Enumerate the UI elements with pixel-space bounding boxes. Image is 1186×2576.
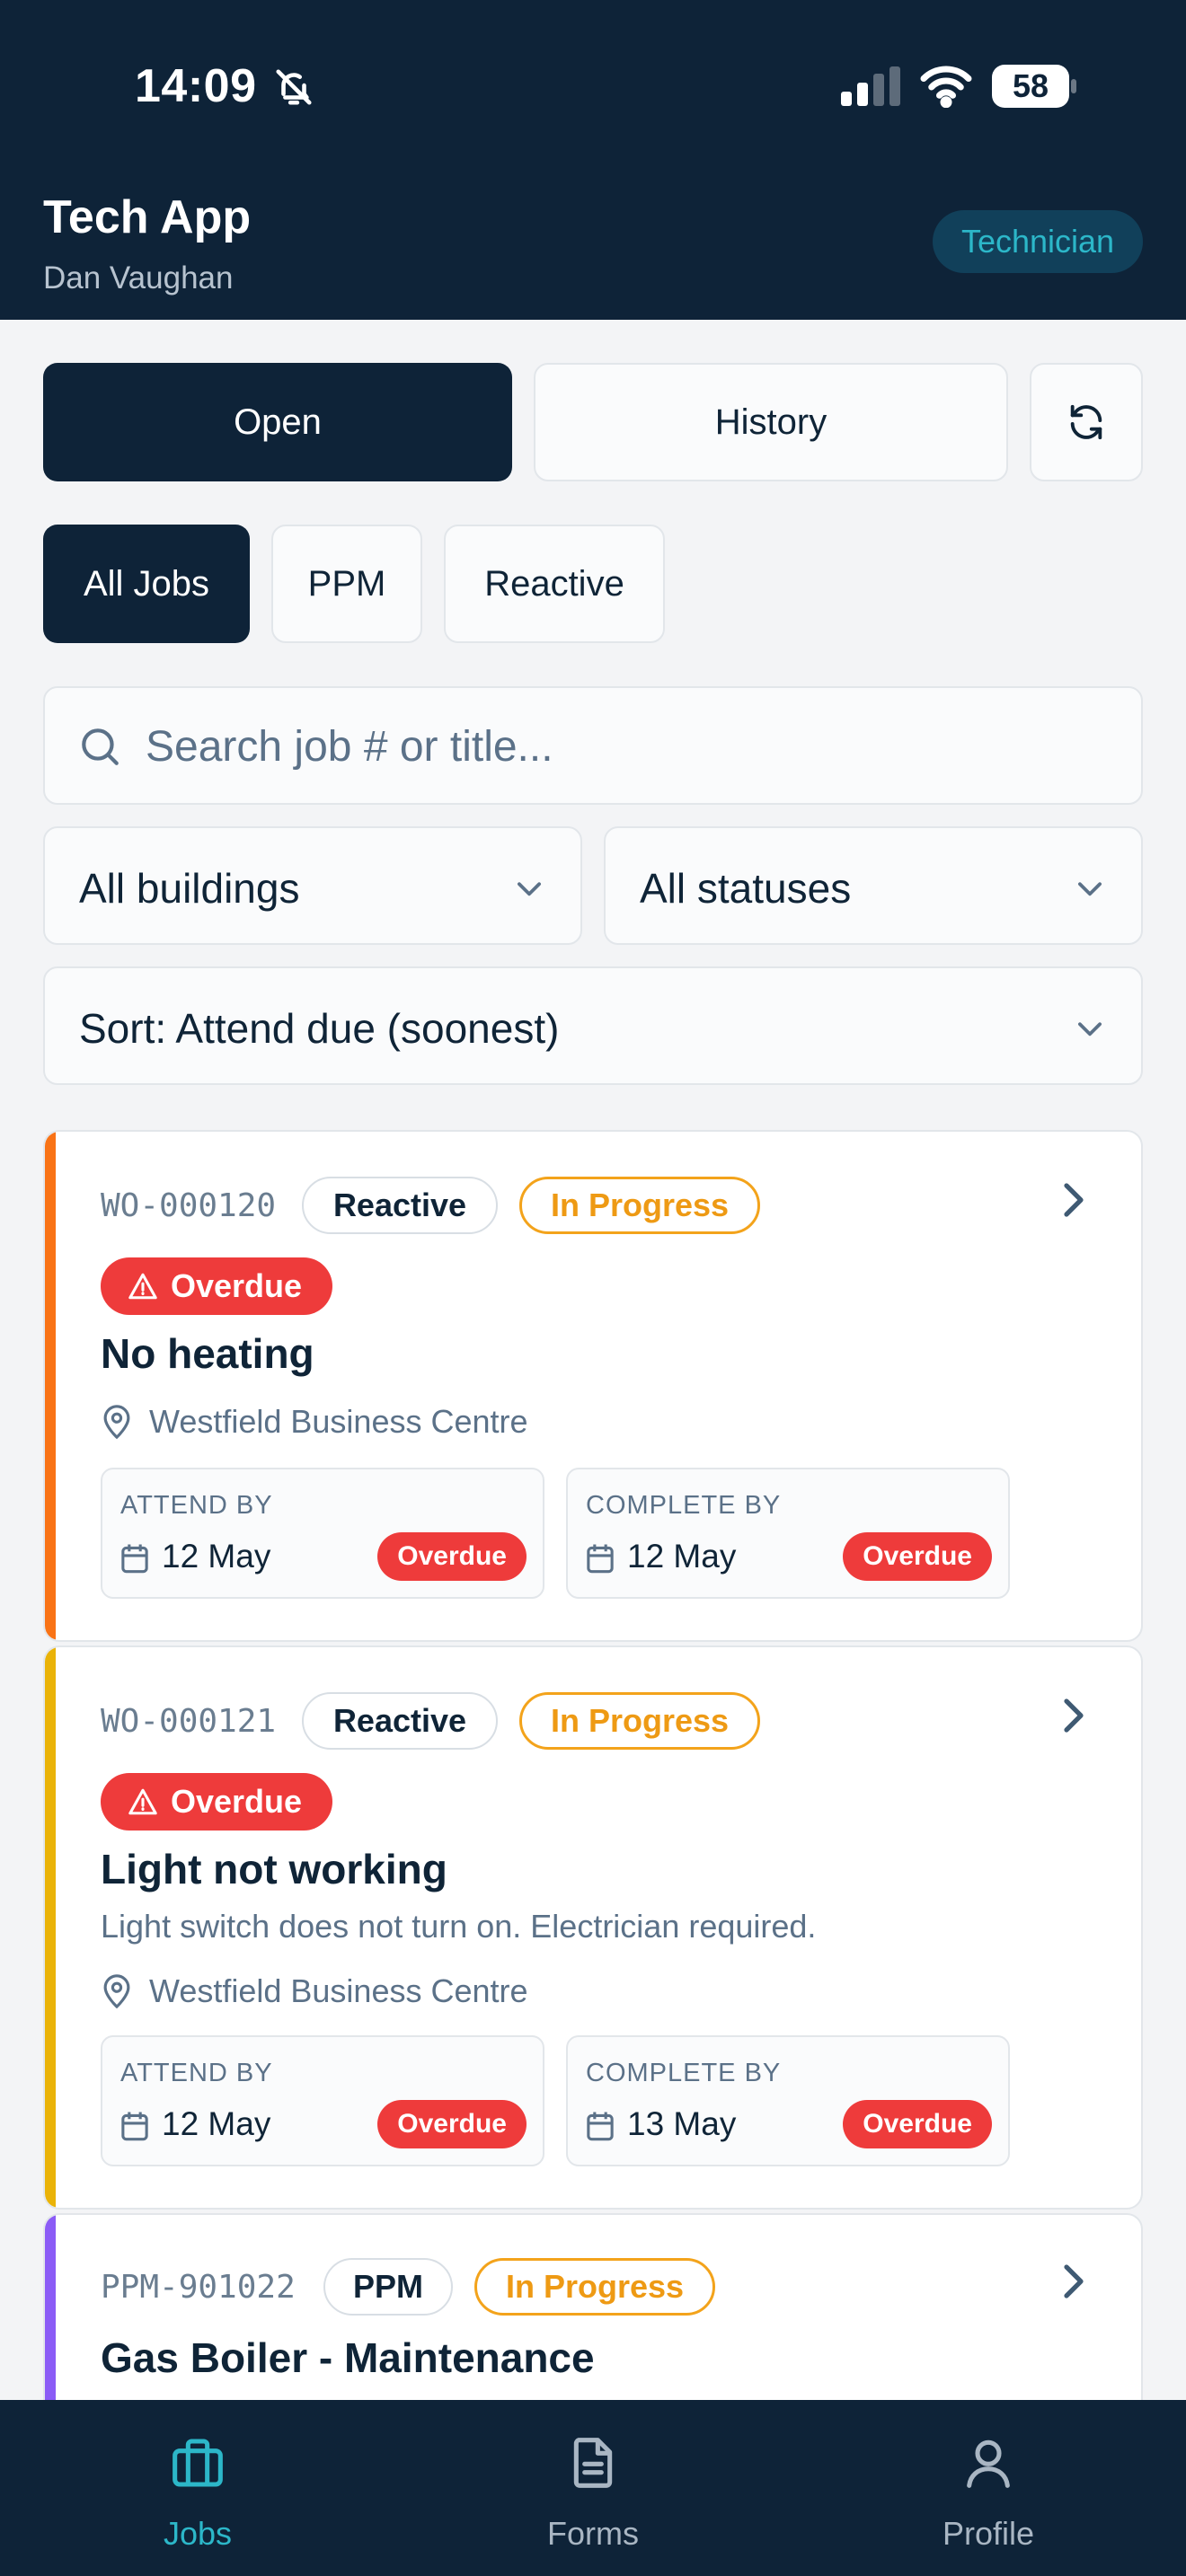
map-pin-icon (103, 1974, 130, 2009)
refresh-icon (1070, 404, 1102, 440)
search-icon (82, 728, 119, 765)
job-location: Westfield Business Centre (101, 1403, 528, 1441)
nav-jobs-label: Jobs (163, 2515, 233, 2552)
chevron-down-icon (1078, 1022, 1102, 1037)
priority-stripe (45, 1647, 56, 2208)
search-placeholder: Search job # or title... (146, 723, 553, 771)
complete-by-date: 12 May (627, 1538, 737, 1575)
attend-by-box: ATTEND BY 12 May Overdue (101, 1468, 544, 1599)
job-description: Light switch does not turn on. Electrici… (101, 1908, 817, 1945)
overdue-label: Overdue (171, 1267, 303, 1304)
user-name: Dan Vaughan (43, 260, 234, 296)
building-select[interactable]: All buildings (43, 826, 582, 945)
chevron-right-icon[interactable] (1060, 1698, 1087, 1734)
map-pin-icon (103, 1405, 130, 1440)
filter-all-jobs[interactable]: All Jobs (43, 525, 250, 643)
status-select[interactable]: All statuses (604, 826, 1143, 945)
job-title: Gas Boiler - Maintenance (101, 2334, 595, 2381)
complete-by-box: COMPLETE BY 12 May Overdue (566, 1468, 1010, 1599)
overdue-badge: Overdue (101, 1773, 333, 1831)
priority-stripe (45, 1132, 56, 1640)
complete-by-date: 13 May (627, 2105, 737, 2142)
complete-by-label: COMPLETE BY (586, 2059, 782, 2087)
refresh-button[interactable] (1030, 363, 1143, 481)
chevron-right-icon[interactable] (1060, 1182, 1087, 1218)
attend-overdue-badge: Overdue (377, 2100, 527, 2148)
job-status-badge: In Progress (474, 2258, 715, 2316)
tab-open[interactable]: Open (43, 363, 512, 481)
location-name: Westfield Business Centre (149, 1972, 528, 2009)
app-title: Tech App (43, 191, 252, 243)
battery-level: 58 (992, 65, 1069, 108)
complete-by-box: COMPLETE BY 13 May Overdue (566, 2035, 1010, 2166)
signal-icon (841, 66, 900, 106)
filter-reactive[interactable]: Reactive (444, 525, 665, 643)
warning-icon (128, 1273, 157, 1300)
app-header: 14:09 58 Tech App Dan Vaughan Technician (0, 0, 1186, 320)
job-location: Westfield Business Centre (101, 1972, 528, 2010)
nav-forms[interactable]: Forms (395, 2400, 791, 2576)
bottom-nav: Jobs Forms Profile (0, 2400, 1186, 2576)
job-card[interactable]: WO-000120 Reactive In Progress Overdue N… (43, 1130, 1143, 1642)
job-number: PPM-901022 (101, 2269, 296, 2306)
nav-profile[interactable]: Profile (791, 2400, 1186, 2576)
attend-by-box: ATTEND BY 12 May Overdue (101, 2035, 544, 2166)
overdue-label: Overdue (171, 1783, 303, 1820)
job-type-badge: PPM (323, 2258, 453, 2316)
chevron-right-icon[interactable] (1060, 2263, 1087, 2299)
nav-profile-label: Profile (942, 2515, 1035, 2552)
calendar-icon (121, 1544, 148, 1574)
tab-history[interactable]: History (534, 363, 1008, 481)
attend-by-date: 12 May (162, 2105, 271, 2142)
warning-icon (128, 1788, 157, 1815)
job-status-badge: In Progress (519, 1177, 760, 1234)
status-time: 14:09 (135, 60, 257, 112)
nav-forms-label: Forms (547, 2515, 639, 2552)
attend-overdue-badge: Overdue (377, 1532, 527, 1581)
status-select-value: All statuses (640, 865, 852, 912)
filter-ppm[interactable]: PPM (271, 525, 422, 643)
briefcase-icon (173, 2439, 223, 2487)
building-select-value: All buildings (79, 865, 300, 912)
sort-select[interactable]: Sort: Attend due (soonest) (43, 966, 1143, 1085)
calendar-icon (587, 2112, 614, 2141)
overdue-badge: Overdue (101, 1257, 333, 1315)
job-type-badge: Reactive (302, 1177, 498, 1234)
wifi-icon (920, 66, 972, 108)
nav-jobs[interactable]: Jobs (0, 2400, 395, 2576)
bell-off-icon (276, 69, 312, 105)
job-title: Light not working (101, 1846, 447, 1892)
job-type-badge: Reactive (302, 1692, 498, 1750)
user-icon (967, 2439, 1010, 2488)
role-badge: Technician (933, 210, 1143, 273)
complete-by-label: COMPLETE BY (586, 1491, 782, 1520)
attend-by-date: 12 May (162, 1538, 271, 1575)
job-title: No heating (101, 1330, 314, 1377)
location-name: Westfield Business Centre (149, 1403, 528, 1440)
complete-overdue-badge: Overdue (843, 1532, 992, 1581)
chevron-down-icon (518, 882, 541, 896)
job-card[interactable]: WO-000121 Reactive In Progress Overdue L… (43, 1645, 1143, 2210)
search-input[interactable]: Search job # or title... (43, 686, 1143, 805)
job-number: WO-000121 (101, 1703, 277, 1740)
chevron-down-icon (1078, 882, 1102, 896)
job-number: WO-000120 (101, 1187, 277, 1224)
calendar-icon (587, 1544, 614, 1574)
attend-by-label: ATTEND BY (120, 1491, 273, 1520)
calendar-icon (121, 2112, 148, 2141)
attend-by-label: ATTEND BY (120, 2059, 273, 2087)
battery-indicator: 58 (992, 65, 1078, 108)
sort-select-value: Sort: Attend due (soonest) (79, 1005, 560, 1052)
job-status-badge: In Progress (519, 1692, 760, 1750)
document-icon (573, 2438, 613, 2488)
complete-overdue-badge: Overdue (843, 2100, 992, 2148)
